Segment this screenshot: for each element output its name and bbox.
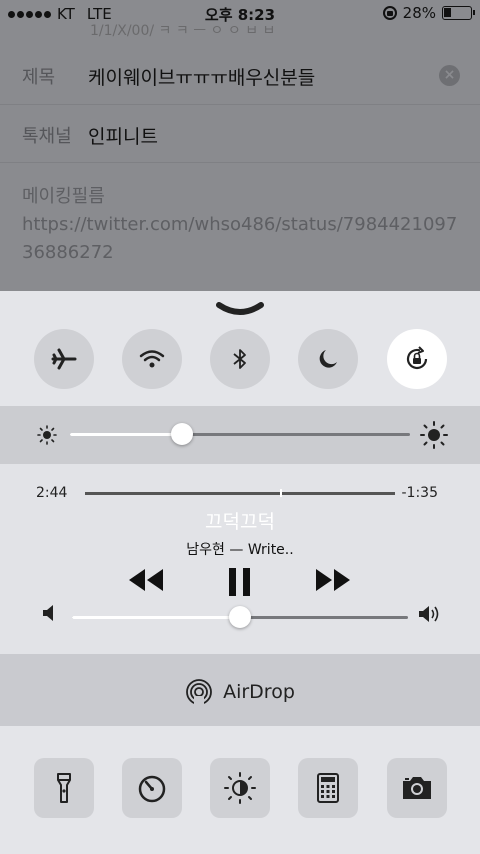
volume-slider[interactable]	[72, 606, 408, 628]
volume-low-icon	[43, 605, 53, 621]
brightness-high-icon	[420, 421, 448, 449]
playback-scrubber[interactable]	[85, 489, 395, 497]
pause-icon	[229, 568, 250, 596]
flashlight-icon	[57, 773, 71, 803]
night-shift-button[interactable]	[210, 758, 270, 818]
rewind-icon	[129, 569, 163, 591]
background-app: KT LTE 오후 8:23 28% 1/1/X/00/ ㅋ ㅋ ㅡ ㅇ ㅇ ㅂ…	[0, 0, 480, 300]
subject-field[interactable]: 케이웨이브ㅠㅠㅠ배우신분들	[88, 63, 315, 90]
camera-icon	[403, 777, 431, 799]
subject-row[interactable]: 제목 케이웨이브ㅠㅠㅠ배우신분들 ×	[0, 45, 480, 105]
moon-icon	[319, 350, 337, 368]
wifi-icon	[139, 350, 165, 368]
toggle-row	[0, 326, 480, 406]
channel-label: 톡채널	[22, 126, 72, 147]
channel-row[interactable]: 톡채널 인피니트	[0, 105, 480, 163]
battery-percent: 28%	[402, 4, 436, 22]
rotation-lock-status-icon	[382, 6, 397, 20]
previous-track-button[interactable]	[127, 567, 165, 597]
song-artist[interactable]: 남우현 — Write..	[0, 539, 480, 559]
airplane-icon	[51, 348, 77, 370]
bluetooth-toggle[interactable]	[210, 329, 270, 389]
timer-icon	[138, 775, 166, 803]
night-shift-icon	[224, 772, 256, 804]
remaining-time: -1:35	[401, 485, 439, 501]
volume-high-icon	[419, 606, 439, 622]
brightness-thumb[interactable]	[171, 423, 193, 445]
elapsed-time: 2:44	[36, 485, 68, 501]
brightness-control	[0, 406, 480, 464]
airdrop-icon	[186, 679, 212, 706]
rotation-lock-icon	[406, 346, 428, 370]
rotation-lock-toggle[interactable]	[387, 329, 447, 389]
song-title[interactable]: 끄덕끄덕	[0, 507, 480, 534]
wifi-toggle[interactable]	[122, 329, 182, 389]
dismiss-handle-icon[interactable]	[215, 301, 265, 321]
camera-button[interactable]	[387, 758, 447, 818]
battery-icon	[442, 6, 475, 20]
bluetooth-icon	[233, 349, 246, 369]
next-track-button[interactable]	[314, 567, 352, 597]
subject-label: 제목	[22, 67, 56, 88]
do-not-disturb-toggle[interactable]	[298, 329, 358, 389]
airplane-mode-toggle[interactable]	[34, 329, 94, 389]
timer-button[interactable]	[122, 758, 182, 818]
now-playing-panel: 2:44 -1:35 끄덕끄덕 남우현 — Write..	[0, 464, 480, 654]
airdrop-button[interactable]: AirDrop	[0, 654, 480, 726]
calculator-button[interactable]	[298, 758, 358, 818]
volume-thumb[interactable]	[229, 606, 251, 628]
playback-position-marker[interactable]	[280, 489, 282, 497]
channel-field[interactable]: 인피니트	[88, 122, 158, 149]
quick-actions-row	[0, 726, 480, 854]
pause-button[interactable]	[226, 567, 254, 601]
fast-forward-icon	[316, 569, 350, 591]
control-center: 2:44 -1:35 끄덕끄덕 남우현 — Write.. AirDrop	[0, 291, 480, 854]
calculator-icon	[317, 773, 339, 803]
flashlight-button[interactable]	[34, 758, 94, 818]
airdrop-label: AirDrop	[223, 681, 295, 703]
header-peek-text: 1/1/X/00/ ㅋ ㅋ ㅡ ㅇ ㅇ ㅂ ㅂ	[90, 23, 276, 39]
brightness-slider[interactable]	[70, 423, 410, 445]
body-text[interactable]: 메이킹필름 https://twitter.com/whso486/status…	[22, 183, 462, 267]
brightness-low-icon	[37, 425, 57, 445]
clear-icon[interactable]: ×	[439, 65, 460, 86]
